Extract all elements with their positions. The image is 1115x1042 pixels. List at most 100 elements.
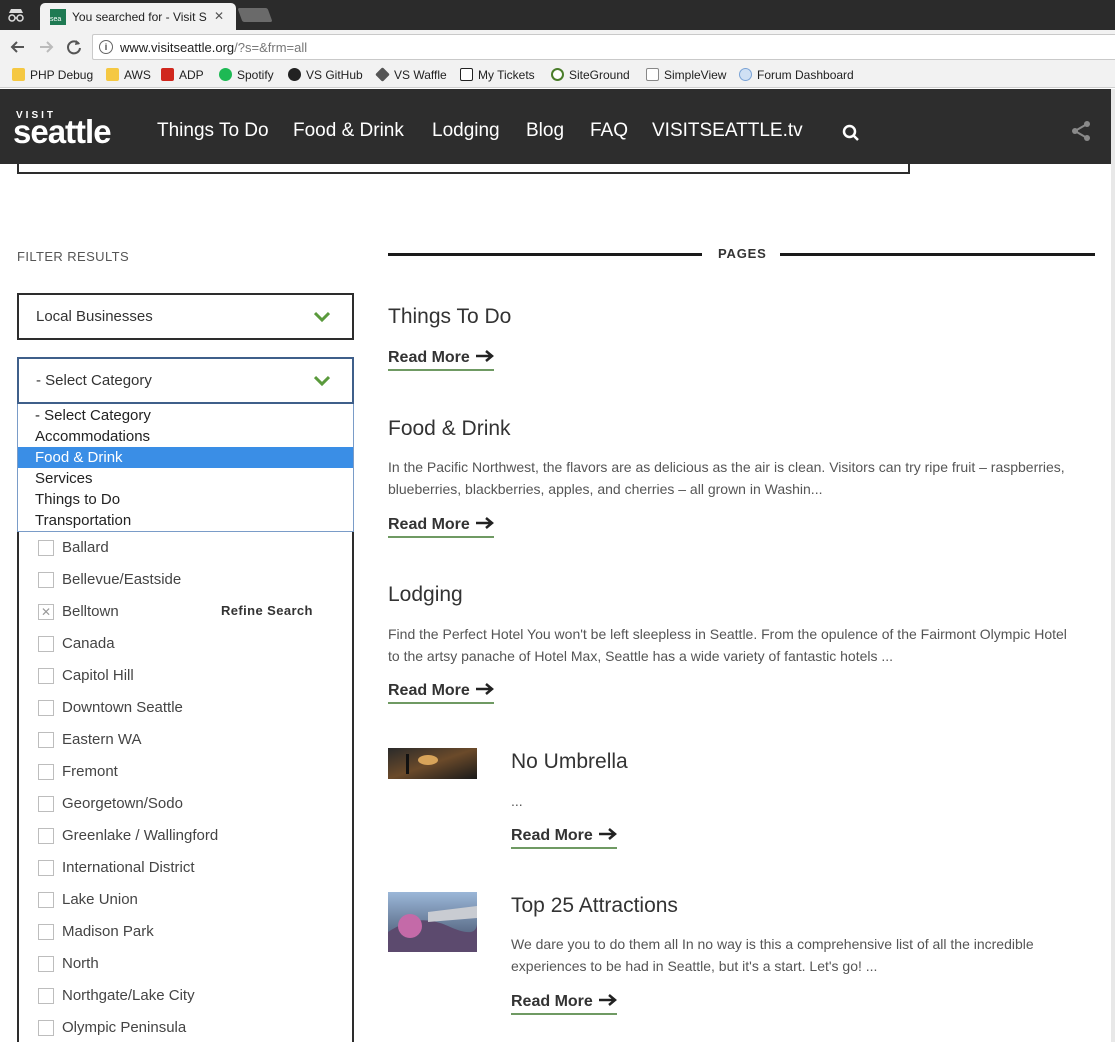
bookmark-forum-dashboard[interactable]: Forum Dashboard xyxy=(739,67,854,84)
checkbox-icon[interactable] xyxy=(38,668,54,684)
section-divider xyxy=(388,253,702,256)
read-more-label: Read More xyxy=(388,516,470,533)
bookmark-vs-waffle[interactable]: VS Waffle xyxy=(375,67,447,84)
checkbox-icon[interactable] xyxy=(38,1020,54,1036)
nav-lodging[interactable]: Lodging xyxy=(432,120,500,142)
filter-results-title: FILTER RESULTS xyxy=(17,249,130,264)
category-option[interactable]: - Select Category xyxy=(18,405,353,426)
refine-search-button[interactable]: Refine Search xyxy=(221,603,313,618)
checkbox-icon[interactable] xyxy=(38,764,54,780)
bookmark-spotify[interactable]: Spotify xyxy=(219,67,274,84)
bookmark-label: Forum Dashboard xyxy=(757,68,854,82)
read-more-link[interactable]: Read More xyxy=(388,516,494,538)
bookmark-my-tickets[interactable]: My Tickets xyxy=(460,67,535,84)
checkbox-icon[interactable] xyxy=(38,700,54,716)
arrow-right-icon xyxy=(598,994,617,1006)
share-icon[interactable] xyxy=(1070,120,1092,142)
tickets-icon xyxy=(460,68,473,81)
result-title[interactable]: Things To Do xyxy=(388,305,511,329)
url-text: www.visitseattle.org/?s=&frm=all xyxy=(120,40,307,55)
browser-tab-bar: sea You searched for - Visit S ✕ xyxy=(0,0,1115,30)
checkbox-icon[interactable] xyxy=(38,892,54,908)
checkbox-icon[interactable] xyxy=(38,796,54,812)
bookmark-php-debug[interactable]: PHP Debug xyxy=(12,67,93,84)
section-divider xyxy=(780,253,1095,256)
read-more-label: Read More xyxy=(511,993,593,1010)
bookmark-aws[interactable]: AWS xyxy=(106,67,151,84)
checkbox-icon[interactable] xyxy=(38,572,54,588)
checkbox-icon[interactable] xyxy=(38,956,54,972)
checkbox-checked-icon[interactable]: ✕ xyxy=(38,604,54,620)
result-title[interactable]: Top 25 Attractions xyxy=(511,894,678,918)
result-title[interactable]: Food & Drink xyxy=(388,417,511,441)
read-more-link[interactable]: Read More xyxy=(511,827,617,849)
category-option[interactable]: Services xyxy=(18,468,353,489)
category-dropdown-list: - Select Category Accommodations Food & … xyxy=(17,404,354,532)
siteground-icon xyxy=(551,68,564,81)
category-option[interactable]: Transportation xyxy=(18,510,353,531)
checkbox-icon[interactable] xyxy=(38,540,54,556)
bookmark-label: AWS xyxy=(124,68,151,82)
neighborhood-label: Georgetown/Sodo xyxy=(62,795,183,812)
nav-visitseattle-tv[interactable]: VISITSEATTLE.tv xyxy=(652,120,803,142)
neighborhood-label: Belltown xyxy=(62,603,119,620)
address-bar[interactable]: i www.visitseattle.org/?s=&frm=all xyxy=(92,34,1115,60)
neighborhood-label: Ballard xyxy=(62,539,109,556)
new-tab-button[interactable] xyxy=(237,8,273,22)
neighborhood-label: Bellevue/Eastside xyxy=(62,571,182,588)
nav-faq[interactable]: FAQ xyxy=(590,120,628,142)
page-info-icon[interactable]: i xyxy=(99,40,113,54)
result-description: In the Pacific Northwest, the flavors ar… xyxy=(388,459,1065,497)
category-option[interactable]: Things to Do xyxy=(18,489,353,510)
back-icon[interactable] xyxy=(8,37,28,57)
result-title[interactable]: No Umbrella xyxy=(511,750,628,774)
url-path: /?s=&frm=all xyxy=(234,40,308,55)
bookmark-siteground[interactable]: SiteGround xyxy=(551,67,630,84)
checkbox-icon[interactable] xyxy=(38,924,54,940)
result-description: Find the Perfect Hotel You won't be left… xyxy=(388,626,1067,664)
forward-icon[interactable] xyxy=(36,37,56,57)
category-value: - Select Category xyxy=(36,372,152,389)
read-more-link[interactable]: Read More xyxy=(388,349,494,371)
result-title[interactable]: Lodging xyxy=(388,583,463,607)
business-type-value: Local Businesses xyxy=(36,308,153,325)
page-scrollbar[interactable] xyxy=(1111,89,1115,1042)
read-more-label: Read More xyxy=(511,827,593,844)
search-box-bottom-edge xyxy=(17,164,910,174)
url-host: www.visitseattle.org xyxy=(120,40,235,55)
tab-close-icon[interactable]: ✕ xyxy=(212,9,226,23)
logo-seattle-text: seattle xyxy=(13,113,112,150)
business-type-select[interactable]: Local Businesses xyxy=(17,293,354,340)
checkbox-icon[interactable] xyxy=(38,988,54,1004)
nav-food-drink[interactable]: Food & Drink xyxy=(293,120,404,142)
read-more-link[interactable]: Read More xyxy=(511,993,617,1015)
neighborhood-label: International District xyxy=(62,859,195,876)
browser-toolbar: i www.visitseattle.org/?s=&frm=all xyxy=(0,30,1115,63)
bookmark-simpleview[interactable]: SimpleView xyxy=(646,67,726,84)
result-thumbnail-image[interactable] xyxy=(388,892,477,952)
browser-tab-active[interactable]: sea You searched for - Visit S ✕ xyxy=(40,3,236,30)
search-icon[interactable] xyxy=(842,124,860,142)
category-option[interactable]: Accommodations xyxy=(18,426,353,447)
pages-section-label: PAGES xyxy=(718,246,767,261)
neighborhood-label: Fremont xyxy=(62,763,118,780)
category-option-highlighted[interactable]: Food & Drink xyxy=(18,447,353,468)
spotify-icon xyxy=(219,68,232,81)
nav-blog[interactable]: Blog xyxy=(526,120,564,142)
checkbox-icon[interactable] xyxy=(38,732,54,748)
read-more-link[interactable]: Read More xyxy=(388,682,494,704)
bookmark-adp[interactable]: ADP xyxy=(161,67,204,84)
neighborhood-label: Canada xyxy=(62,635,115,652)
result-thumbnail-image[interactable] xyxy=(388,748,477,779)
result-description: ... xyxy=(511,793,523,809)
checkbox-icon[interactable] xyxy=(38,636,54,652)
category-select[interactable]: - Select Category xyxy=(17,357,354,404)
folder-icon xyxy=(12,68,25,81)
favicon-text: sea xyxy=(50,16,62,23)
bookmark-vs-github[interactable]: VS GitHub xyxy=(288,67,363,84)
checkbox-icon[interactable] xyxy=(38,860,54,876)
reload-icon[interactable] xyxy=(64,37,84,57)
checkbox-icon[interactable] xyxy=(38,828,54,844)
bookmark-label: SimpleView xyxy=(664,68,727,82)
nav-things-to-do[interactable]: Things To Do xyxy=(157,120,269,142)
